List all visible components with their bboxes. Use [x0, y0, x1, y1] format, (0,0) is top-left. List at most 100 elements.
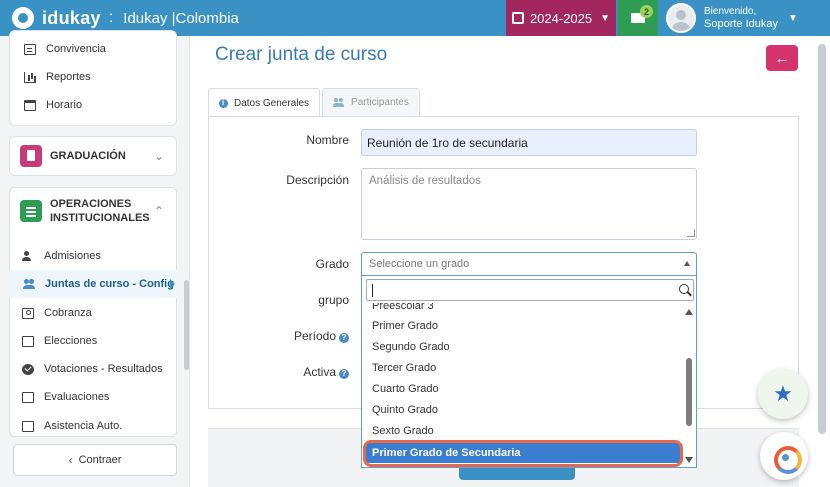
grado-option[interactable]: Quinto Grado: [364, 399, 680, 420]
sidebar-item-label: Admisiones: [44, 250, 101, 262]
periodo-label-text: Período: [293, 329, 336, 343]
grado-select[interactable]: Seleccione un grado: [361, 252, 697, 276]
section-header[interactable]: OPERACIONES INSTITUCIONALES ⌃: [10, 188, 176, 234]
user-menu[interactable]: Bienvenido, Soporte Idukay ▼: [660, 0, 830, 36]
sidebar-item-label: Convivencia: [46, 43, 106, 55]
sidebar-item-elecciones[interactable]: Elecciones: [0, 327, 178, 355]
collapse-sidebar-button[interactable]: ‹ Contraer: [13, 444, 177, 476]
activa-label: Activa?: [303, 365, 349, 379]
school-year-label: 2024-2025: [529, 10, 593, 26]
chevron-down-icon: ⌄: [153, 149, 164, 163]
search-icon: [679, 284, 689, 294]
messages-badge: 2: [640, 5, 653, 18]
grado-option[interactable]: Cuarto Grado: [364, 378, 680, 399]
save-button[interactable]: [459, 468, 575, 480]
grado-placeholder: Seleccione un grado: [369, 258, 470, 270]
grado-search-input[interactable]: [366, 279, 694, 301]
sidebar-card-top: Convivencia Reportes Horario: [9, 30, 177, 126]
text-cursor: [372, 284, 373, 297]
document-icon: [22, 420, 34, 432]
sidebar-item-reportes[interactable]: Reportes: [10, 63, 176, 91]
page-title: Crear junta de curso: [215, 44, 388, 65]
sidebar-scrollbar[interactable]: [184, 280, 189, 370]
assistant-button[interactable]: [760, 432, 808, 480]
sidebar-item-label: Cobranza: [44, 307, 92, 319]
dropdown-scrollbar[interactable]: [683, 303, 695, 468]
section-title: GRADUACIÓN: [50, 150, 126, 162]
users-icon: [333, 98, 345, 107]
scroll-down-icon[interactable]: [685, 457, 693, 463]
sidebar-item-label: Asistencia Auto.: [44, 420, 123, 432]
info-icon: [219, 98, 228, 108]
sidebar-item-cobranza[interactable]: Cobranza: [0, 299, 178, 327]
box-icon: [22, 335, 34, 347]
user-plus-icon: [22, 250, 34, 262]
caret-up-icon: [684, 261, 690, 266]
resize-handle-icon[interactable]: [687, 229, 695, 237]
nombre-label: Nombre: [306, 133, 349, 147]
tab-label: Datos Generales: [234, 97, 310, 109]
form-tabs: Datos Generales Participantes: [208, 88, 422, 117]
favorites-button[interactable]: ★: [758, 369, 808, 419]
sidebar-item-asistencia[interactable]: Asistencia Auto.: [0, 412, 178, 440]
chevron-left-icon: ‹: [68, 453, 73, 467]
back-button[interactable]: ←: [766, 45, 798, 71]
scroll-thumb[interactable]: [686, 358, 692, 426]
calendar-icon: [24, 99, 36, 111]
document-icon: [20, 145, 42, 167]
sidebar-item-convivencia[interactable]: Convivencia: [10, 35, 176, 63]
idukay-logo-icon: [12, 7, 34, 29]
clipboard-icon: [22, 391, 34, 403]
sidebar-section-graduacion[interactable]: GRADUACIÓN ⌄: [9, 136, 177, 176]
organization-name: Idukay |Colombia: [123, 9, 239, 27]
users-icon: [23, 278, 35, 290]
school-year-selector[interactable]: 2024-2025 ▼: [506, 0, 616, 36]
sidebar-item-label: Horario: [46, 99, 83, 111]
help-icon[interactable]: ?: [339, 369, 349, 379]
sidebar: Convivencia Reportes Horario GRADUACIÓN …: [0, 30, 190, 487]
grado-option[interactable]: Primer Grado: [364, 315, 680, 336]
arrow-left-icon: ←: [774, 49, 790, 67]
calendar-check-icon: [511, 12, 524, 24]
sidebar-item-label: Votaciones - Resultados: [44, 363, 163, 375]
chevron-up-icon: ⌃: [153, 204, 164, 218]
list-icon: [24, 43, 36, 55]
caret-down-icon: ▼: [600, 12, 611, 24]
nombre-input[interactable]: Reunión de 1ro de secundaria: [361, 129, 697, 156]
tab-participantes[interactable]: Participantes: [322, 88, 420, 116]
list-icon: [20, 200, 42, 222]
tab-label: Participantes: [351, 97, 409, 108]
grupo-label: grupo: [318, 293, 349, 307]
tab-datos-generales[interactable]: Datos Generales: [208, 88, 321, 117]
grado-option[interactable]: Sexto Grado: [364, 420, 680, 441]
messages-button[interactable]: 2: [618, 0, 658, 36]
sidebar-item-juntas-de-curso[interactable]: Juntas de curso - Config: [9, 270, 177, 298]
sidebar-item-label: Evaluaciones: [44, 391, 110, 403]
logo-separator: :: [108, 9, 114, 26]
grado-option[interactable]: Tercer Grado: [364, 357, 680, 378]
highlight-annotation: [363, 440, 683, 467]
bar-chart-icon: [24, 71, 36, 83]
avatar: [666, 3, 696, 33]
sidebar-item-horario[interactable]: Horario: [10, 91, 176, 119]
sidebar-item-admisiones[interactable]: Admisiones: [0, 242, 178, 270]
sidebar-item-votaciones[interactable]: Votaciones - Resultados: [0, 355, 178, 383]
main-scrollbar[interactable]: [818, 44, 826, 434]
app-logo[interactable]: idukay : Idukay |Colombia: [12, 7, 239, 29]
help-icon[interactable]: ?: [339, 333, 349, 343]
section-title: OPERACIONES INSTITUCIONALES: [50, 198, 150, 224]
descripcion-textarea[interactable]: Análisis de resultados: [361, 168, 697, 240]
check-circle-icon: [22, 363, 34, 375]
descripcion-label: Descripción: [286, 173, 349, 187]
sidebar-item-label: Reportes: [46, 71, 91, 83]
user-name: Soporte Idukay: [704, 18, 778, 30]
sidebar-item-label: Elecciones: [44, 335, 98, 347]
user-greeting: Bienvenido,: [704, 6, 757, 17]
active-indicator: [170, 279, 175, 289]
sidebar-item-evaluaciones[interactable]: Evaluaciones: [0, 383, 178, 411]
grado-option[interactable]: Segundo Grado: [364, 336, 680, 357]
collapse-label: Contraer: [78, 454, 122, 466]
star-icon: ★: [773, 381, 793, 406]
grado-label: Grado: [315, 257, 349, 271]
scroll-up-icon[interactable]: [685, 309, 693, 315]
